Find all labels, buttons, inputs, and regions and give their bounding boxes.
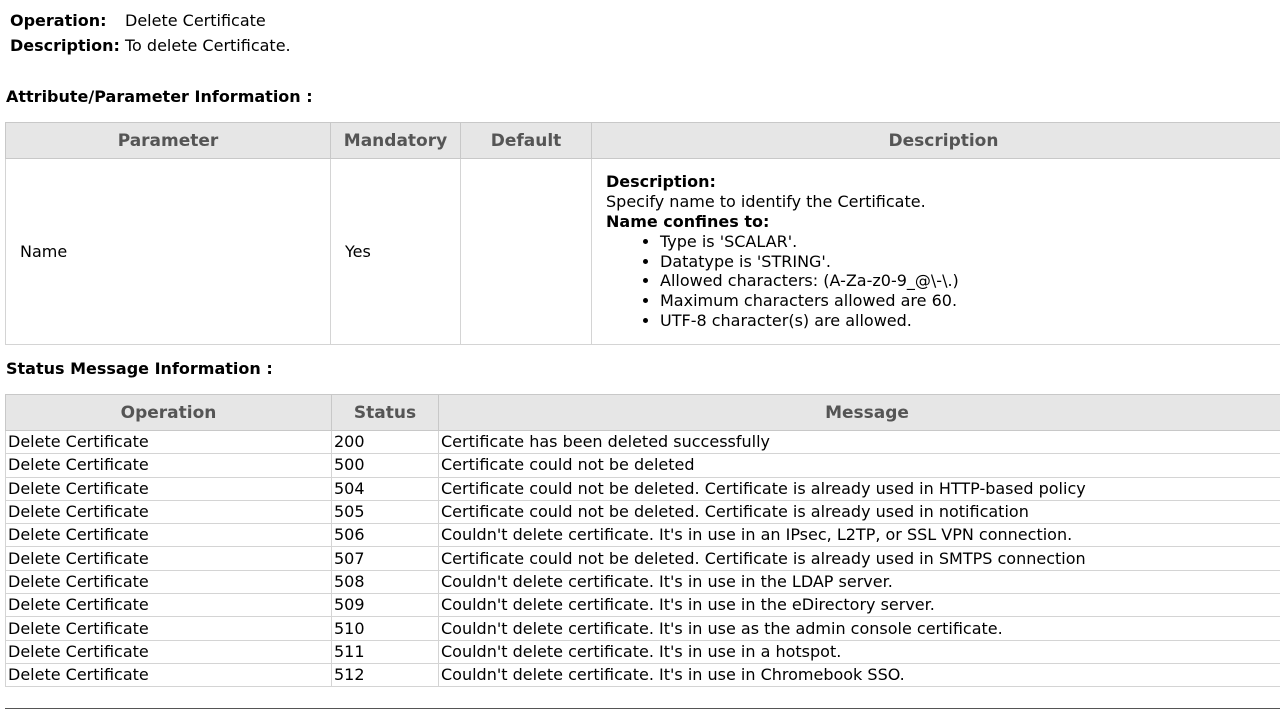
confine-item: Type is 'SCALAR'. <box>660 232 1280 252</box>
message-cell: Certificate could not be deleted. Certif… <box>438 499 1280 525</box>
status-table-header: Operation Status Message <box>5 394 1280 431</box>
status-code-cell: 510 <box>331 616 439 641</box>
parameter-table: Parameter Mandatory Default Description … <box>5 122 1280 345</box>
status-table: Operation Status Message Delete Certific… <box>5 394 1280 688</box>
table-row: Delete Certificate 508 Couldn't delete cer… <box>5 569 1280 595</box>
message-cell: Certificate could not be deleted <box>438 453 1280 478</box>
table-row: Delete Certificate 511 Couldn't delete cer… <box>5 639 1280 664</box>
message-cell: Couldn't delete certificate. It's in use… <box>438 662 1280 688</box>
description-label: Description: <box>10 36 120 55</box>
message-cell: Couldn't delete certificate. It's in use… <box>438 523 1280 548</box>
operation-cell: Delete Certificate <box>5 453 332 478</box>
parameter-description-cell: Description: Specify name to identify th… <box>591 158 1280 345</box>
message-cell: Certificate could not be deleted. Certif… <box>438 476 1280 501</box>
table-row: Delete Certificate 504 Certificate could n… <box>5 476 1280 501</box>
table-row: Delete Certificate 200 Certificate has bee… <box>5 429 1280 455</box>
parameter-name-cell: Name <box>5 158 331 345</box>
status-code-cell: 500 <box>331 453 439 478</box>
status-code-cell: 507 <box>331 546 439 571</box>
operation-cell: Delete Certificate <box>5 662 332 688</box>
operation-cell: Delete Certificate <box>5 476 332 501</box>
operation-label: Operation: <box>10 11 107 30</box>
message-cell: Certificate has been deleted successfull… <box>438 429 1280 455</box>
confine-item: Maximum characters allowed are 60. <box>660 291 1280 311</box>
status-code-cell: 504 <box>331 476 439 501</box>
message-cell: Certificate could not be deleted. Certif… <box>438 546 1280 571</box>
status-code-cell: 512 <box>331 662 439 688</box>
description-row: Description: To delete Certificate. <box>10 33 291 58</box>
operation-row: Operation: Delete Certificate <box>10 8 291 33</box>
table-row: Delete Certificate 506 Couldn't delete cer… <box>5 523 1280 548</box>
table-row: Delete Certificate 500 Certificate could n… <box>5 453 1280 478</box>
operation-cell: Delete Certificate <box>5 569 332 595</box>
description-text: Specify name to identify the Certificate… <box>606 192 926 212</box>
status-code-cell: 509 <box>331 593 439 618</box>
status-table-body: Delete Certificate 200 Certificate has bee… <box>5 429 1280 688</box>
description-block: Description: Specify name to identify th… <box>606 172 1280 330</box>
table-row: Delete Certificate 507 Certificate could n… <box>5 546 1280 571</box>
parameter-mandatory-cell: Yes <box>330 158 461 345</box>
table-row: Delete Certificate 510 Couldn't delete cer… <box>5 616 1280 641</box>
message-cell: Couldn't delete certificate. It's in use… <box>438 569 1280 595</box>
description-value: To delete Certificate. <box>125 36 291 55</box>
confine-item: Datatype is 'STRING'. <box>660 252 1280 272</box>
operation-cell: Delete Certificate <box>5 523 332 548</box>
status-code-cell: 505 <box>331 499 439 525</box>
confine-item: UTF-8 character(s) are allowed. <box>660 311 1280 331</box>
confine-item: Allowed characters: (A-Za-z0-9_@\-\.) <box>660 271 1280 291</box>
table-row: Delete Certificate 509 Couldn't delete cer… <box>5 593 1280 618</box>
operation-cell: Delete Certificate <box>5 429 332 455</box>
status-section-title: Status Message Information : <box>6 359 273 378</box>
table-row: Delete Certificate 512 Couldn't delete cer… <box>5 662 1280 688</box>
table-row: Delete Certificate 505 Certificate could n… <box>5 499 1280 525</box>
operation-cell: Delete Certificate <box>5 593 332 618</box>
message-cell: Couldn't delete certificate. It's in use… <box>438 593 1280 618</box>
header-default: Default <box>460 122 592 159</box>
confines-heading: Name confines to: <box>606 211 770 231</box>
status-code-cell: 506 <box>331 523 439 548</box>
operation-cell: Delete Certificate <box>5 499 332 525</box>
operation-value: Delete Certificate <box>125 11 266 30</box>
operation-cell: Delete Certificate <box>5 616 332 641</box>
status-code-cell: 511 <box>331 639 439 664</box>
description-heading: Description: <box>606 172 716 192</box>
header-status: Status <box>331 394 439 431</box>
operation-info: Operation: Delete Certificate Descriptio… <box>10 8 291 58</box>
parameter-table-header: Parameter Mandatory Default Description <box>5 122 1280 159</box>
bottom-divider <box>5 708 1280 709</box>
message-cell: Couldn't delete certificate. It's in use… <box>438 616 1280 641</box>
header-message: Message <box>438 394 1280 431</box>
status-code-cell: 200 <box>331 429 439 455</box>
operation-cell: Delete Certificate <box>5 546 332 571</box>
message-cell: Couldn't delete certificate. It's in use… <box>438 639 1280 664</box>
parameter-default-cell <box>460 158 592 345</box>
status-code-cell: 508 <box>331 569 439 595</box>
confines-list: Type is 'SCALAR'. Datatype is 'STRING'. … <box>606 232 1280 331</box>
header-description: Description <box>591 122 1280 159</box>
header-mandatory: Mandatory <box>330 122 461 159</box>
operation-cell: Delete Certificate <box>5 639 332 664</box>
header-operation: Operation <box>5 394 332 431</box>
header-parameter: Parameter <box>5 122 331 159</box>
attribute-section-title: Attribute/Parameter Information : <box>6 87 313 106</box>
parameter-row: Name Yes Description: Specify name to id… <box>5 158 1280 345</box>
